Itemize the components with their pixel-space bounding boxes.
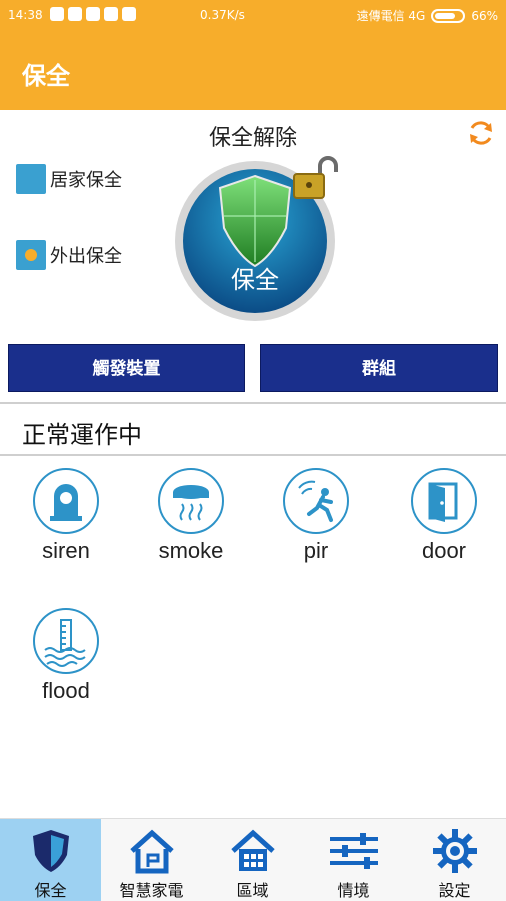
page-title: 保全 [22,62,70,90]
home-security-checkbox[interactable] [16,164,46,194]
status-time: 14:38 [8,8,43,22]
tab-security[interactable]: 保全 [0,819,101,901]
area-house-icon [230,829,275,871]
tab-label: 保全 [34,881,67,900]
device-name: pir [303,538,329,563]
tab-smart-appliances[interactable]: 智慧家電 [101,819,202,901]
divider [0,402,506,404]
tab-scenes[interactable]: 情境 [303,819,404,901]
tab-label: 智慧家電 [119,881,184,900]
network-speed: 0.37K/s [200,8,245,22]
device-name: siren [42,538,90,563]
device-siren[interactable]: siren [6,468,126,564]
divider [0,454,506,456]
notification-icon [104,7,118,21]
sliders-icon [329,833,378,869]
notification-icons [50,7,136,21]
notification-icon [86,7,100,21]
app-bar: 保全 [0,32,506,110]
smoke-detector-icon [158,468,224,534]
gear-icon [433,829,477,873]
device-name: door [421,538,467,563]
away-security-label: 外出保全 [50,246,122,267]
shield-icon [32,830,69,872]
device-flood[interactable]: flood [6,608,126,704]
unlocked-padlock-icon [293,156,338,199]
battery-percent: 66% [471,8,498,23]
device-pir[interactable]: pir [256,468,376,564]
tab-settings[interactable]: 設定 [404,819,506,901]
group-button[interactable]: 群組 [260,344,498,392]
notification-icon [68,7,82,21]
notification-icon [50,7,64,21]
home-security-mode[interactable]: 居家保全 [16,164,122,194]
tab-label: 設定 [438,881,471,900]
battery-icon [431,8,466,23]
security-state-title: 保全解除 [208,126,297,151]
bottom-tab-bar: 保全 智慧家電 區域 情境 設定 [0,818,506,901]
tab-label: 情境 [337,881,370,900]
tab-label: 區域 [236,881,269,900]
device-smoke[interactable]: smoke [131,468,251,564]
siren-icon [33,468,99,534]
status-bar: 14:38 0.37K/s 遠傳電信 4G 66% [0,0,506,32]
device-name: smoke [158,538,224,563]
notification-icon [122,7,136,21]
trigger-devices-button[interactable]: 觸發裝置 [8,344,245,392]
device-door[interactable]: door [384,468,504,564]
device-name: flood [42,678,90,703]
smart-home-icon [129,829,174,874]
away-security-mode[interactable]: 外出保全 [16,240,122,270]
system-status-text: 正常運作中 [22,421,142,449]
tab-area[interactable]: 區域 [202,819,303,901]
home-security-label: 居家保全 [50,170,122,191]
refresh-icon[interactable] [466,118,496,148]
pir-motion-icon [283,468,349,534]
arm-button-label: 保全 [231,266,279,294]
flood-icon [33,608,99,674]
away-security-checkbox[interactable] [16,240,46,270]
carrier-label: 遠傳電信 4G [356,9,426,23]
door-icon [411,468,477,534]
